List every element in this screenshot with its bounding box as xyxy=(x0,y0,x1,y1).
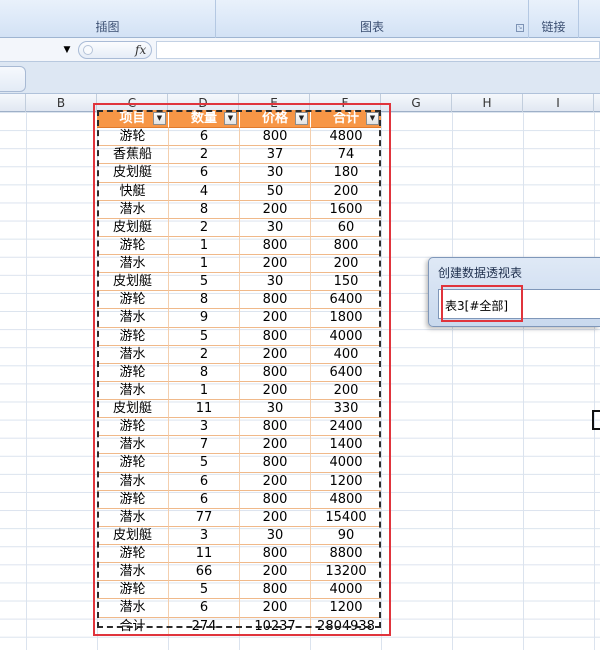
ribbon-group-label: 图表 xyxy=(359,20,384,34)
select-all-corner[interactable] xyxy=(0,94,26,112)
formula-input[interactable] xyxy=(156,41,600,59)
column-header-b[interactable]: B xyxy=(26,94,97,112)
dialog-title: 创建数据透视表 xyxy=(438,266,523,280)
dialog-launcher-icon[interactable]: ↘ xyxy=(516,24,524,32)
ribbon-group-label: 链接 xyxy=(541,20,566,34)
highlight-box-range xyxy=(441,285,523,322)
formula-tools: fx xyxy=(78,41,152,59)
highlight-box-table xyxy=(93,103,391,636)
ribbon-group-charts: 图表 ↘ xyxy=(216,0,529,38)
workbook-tab[interactable] xyxy=(0,66,26,92)
name-box-dropdown-icon[interactable]: ▼ xyxy=(62,44,72,56)
insert-function-icon[interactable]: fx xyxy=(135,43,146,57)
ribbon-group-label: 插图 xyxy=(95,20,120,34)
formula-bar: ▼ fx xyxy=(0,38,600,62)
column-header-i[interactable]: I xyxy=(523,94,594,112)
expand-icon[interactable] xyxy=(83,45,93,55)
partial-window-edge xyxy=(592,410,600,430)
column-header-h[interactable]: H xyxy=(452,94,523,112)
workbook-tab-strip xyxy=(0,62,600,94)
ribbon-group-illustrations: 插图 xyxy=(0,0,216,38)
ribbon-group-links: 链接 xyxy=(529,0,579,38)
column-header-g[interactable]: G xyxy=(381,94,452,112)
ribbon: 插图 图表 ↘ 链接 xyxy=(0,0,600,38)
